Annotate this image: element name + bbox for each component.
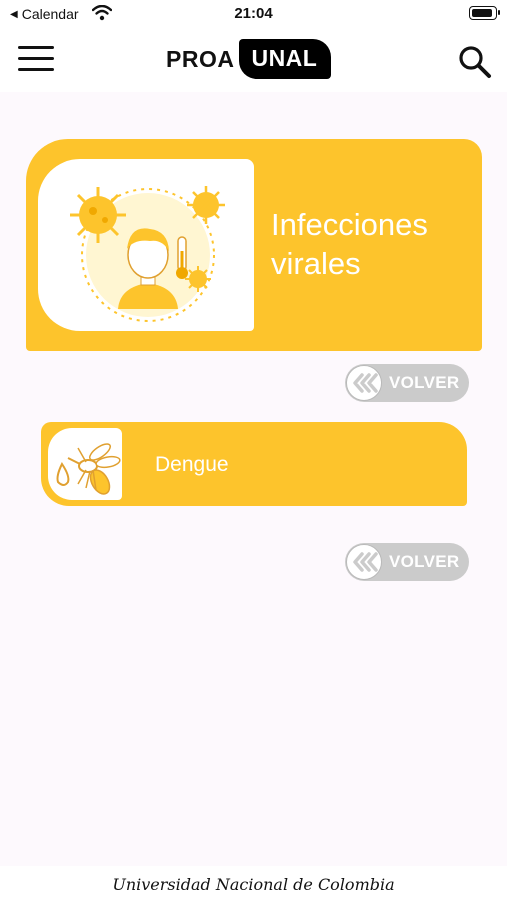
mosquito-icon — [48, 428, 122, 500]
status-time: 21:04 — [234, 5, 273, 22]
back-button[interactable]: VOLVER — [345, 543, 469, 581]
menu-icon-bar — [18, 46, 54, 49]
menu-icon-bar — [18, 68, 54, 71]
back-button-label: VOLVER — [389, 373, 460, 392]
menu-icon-bar — [18, 57, 54, 60]
topic-item-dengue[interactable]: Dengue — [41, 422, 467, 506]
category-title: Infecciones virales — [271, 207, 428, 281]
footer-text: Universidad Nacional de Colombia — [112, 875, 395, 894]
logo-proa-text: PROA — [166, 45, 235, 72]
double-chevron-left-icon — [346, 365, 382, 401]
app-logo: PROA UNAL — [166, 36, 332, 82]
double-chevron-left-icon — [346, 544, 382, 580]
nav-bar: PROA UNAL — [0, 28, 507, 92]
category-banner: Infecciones virales — [26, 139, 482, 351]
viral-infection-illustration — [38, 159, 254, 331]
topic-label: Dengue — [155, 453, 229, 476]
footer: Universidad Nacional de Colombia — [0, 866, 507, 900]
battery-icon — [469, 6, 500, 20]
logo-unal-text: UNAL — [239, 39, 332, 79]
search-icon[interactable] — [457, 44, 493, 80]
back-button-label: VOLVER — [389, 552, 460, 571]
status-bar: ◀ Calendar 21:04 — [0, 0, 507, 28]
back-button[interactable]: VOLVER — [345, 364, 469, 402]
menu-button[interactable] — [18, 46, 54, 74]
